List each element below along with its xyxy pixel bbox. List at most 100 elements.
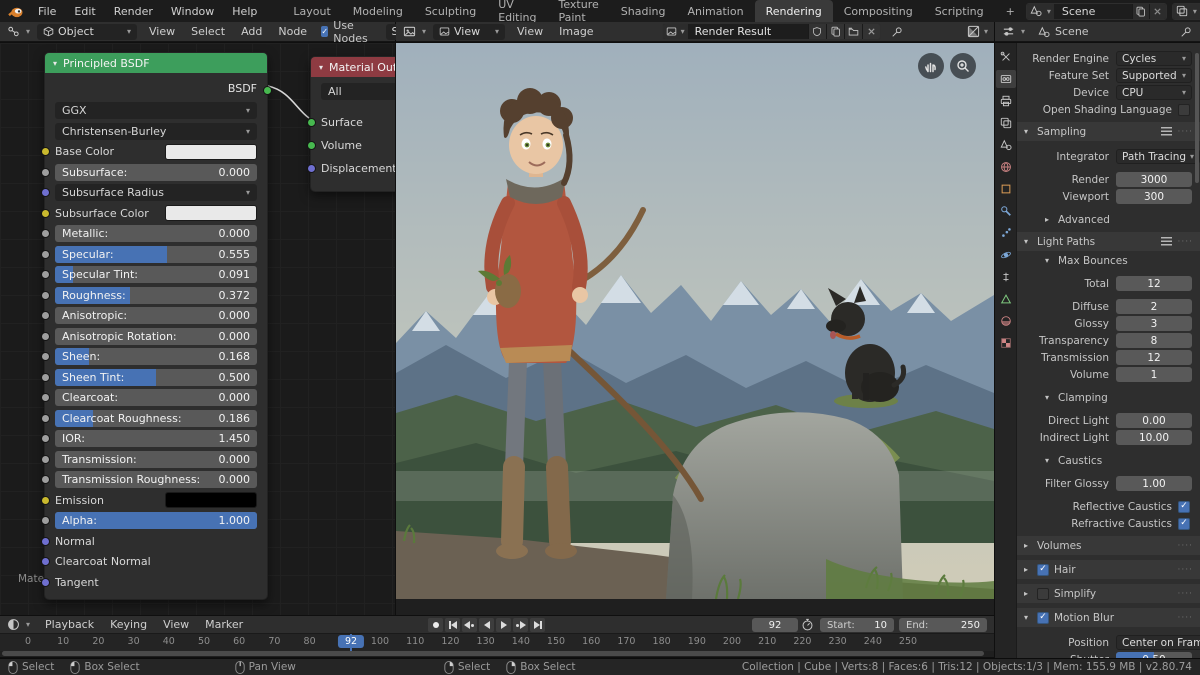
collapse-icon[interactable]: ▸ [1024, 589, 1037, 598]
property-row[interactable]: ✓ Indirect Light 10.00▾ 10.00 ✓ ···· [1023, 430, 1192, 445]
timeline-ruler[interactable]: 0102030405060708090100110120130140150160… [0, 634, 994, 651]
pan-hand-button[interactable] [918, 53, 944, 79]
number-field[interactable]: 1 [1116, 367, 1192, 382]
editor-type-button[interactable]: ▾ [3, 24, 34, 40]
number-field[interactable]: 0.00 [1116, 413, 1192, 428]
node-dropdown[interactable]: GGX▾ [55, 102, 257, 119]
menu-item[interactable]: Edit [65, 3, 104, 20]
list-icon[interactable] [1161, 127, 1172, 136]
menu-item[interactable]: Select [183, 25, 233, 38]
input-socket[interactable] [307, 141, 316, 150]
node-param-row[interactable]: Displacement▾ Displacement [321, 160, 395, 177]
input-socket[interactable] [41, 270, 50, 279]
property-row[interactable]: ▸ ✓ Volumes ▾ ✓ ···· [1017, 536, 1200, 555]
previous-keyframe-button[interactable] [462, 618, 477, 632]
current-frame-badge[interactable]: 92 [338, 635, 364, 648]
value-slider[interactable]: Anisotropic Rotation:0.000 [55, 328, 257, 345]
end-frame-field[interactable]: End:250 [899, 618, 987, 632]
image-mode-dropdown[interactable]: View▾ [433, 24, 505, 40]
checkbox[interactable]: ✓ [1178, 104, 1190, 116]
property-row[interactable]: ✓ Refractive Caustics ▾ ✓ ···· [1023, 516, 1192, 531]
input-socket[interactable] [41, 229, 50, 238]
input-socket[interactable] [41, 393, 50, 402]
dropdown[interactable]: Supported▾ [1116, 68, 1192, 83]
input-socket[interactable] [41, 516, 50, 525]
color-swatch[interactable] [165, 492, 257, 508]
menu-item[interactable]: Render [105, 3, 162, 20]
node-param-row[interactable]: Alpha:▾ Alpha: Alpha:1.000 Alpha: [55, 512, 257, 529]
material-output-node[interactable]: ▾ Material Out All▾ All Surface▾ Surface [310, 56, 395, 192]
collapse-icon[interactable]: ▾ [1024, 237, 1037, 246]
input-socket[interactable] [41, 414, 50, 423]
tab-render-icon[interactable] [996, 70, 1016, 88]
node-param-row[interactable]: Clearcoat:▾ Clearcoat: Clearcoat:0.000 C… [55, 389, 257, 406]
collapse-icon[interactable]: ▾ [319, 63, 323, 72]
unlink-image-icon[interactable] [862, 24, 880, 39]
image-datablock[interactable]: ▾ Render Result [662, 23, 881, 40]
collapse-icon[interactable]: ▸ [1024, 565, 1037, 574]
tab-output-icon[interactable] [996, 92, 1016, 110]
tab-world-icon[interactable] [996, 158, 1016, 176]
node-param-row[interactable]: All▾ All [321, 83, 395, 100]
property-row[interactable]: ✓ Render Engine Cycles▾ Cycles ✓ ···· [1023, 51, 1192, 66]
node-param-row[interactable]: Tangent▾ Tangent Tangent Tangent [55, 574, 257, 591]
collapse-icon[interactable]: ▾ [53, 59, 57, 68]
node-param-row[interactable]: Base Color▾ Base Color Base Color Base C… [55, 143, 257, 160]
timeline-scrollbar[interactable] [2, 651, 984, 656]
dropdown[interactable]: CPU▾ [1116, 85, 1192, 100]
property-row[interactable]: ✓ Direct Light 0.00▾ 0.00 ✓ ···· [1023, 413, 1192, 428]
grip-dots-icon[interactable]: ···· [1178, 127, 1193, 137]
node-dropdown[interactable]: Christensen-Burley▾ [55, 123, 257, 140]
property-row[interactable]: ✓ Reflective Caustics ▾ ✓ ···· [1023, 499, 1192, 514]
input-socket[interactable] [41, 352, 50, 361]
input-socket[interactable] [41, 373, 50, 382]
number-field[interactable]: 12 [1116, 276, 1192, 291]
node-param-row[interactable]: Transmission:▾ Transmission: Transmissio… [55, 451, 257, 468]
workspace-tab[interactable]: UV Editing [487, 0, 547, 22]
node-param-row[interactable]: Normal▾ Normal Normal Normal [55, 533, 257, 550]
input-socket[interactable] [41, 209, 50, 218]
menu-item[interactable]: Node [270, 25, 315, 38]
node-param-row[interactable]: Sheen Tint:▾ Sheen Tint: Sheen Tint:0.50… [55, 369, 257, 386]
input-socket[interactable] [41, 250, 50, 259]
input-socket[interactable] [41, 578, 50, 587]
input-socket[interactable] [41, 147, 50, 156]
scene-selector[interactable]: ▾ Scene [1026, 3, 1167, 20]
view-layer-selector[interactable]: ▾ View Layer [1172, 3, 1200, 20]
value-slider[interactable]: Transmission Roughness:0.000 [55, 471, 257, 488]
node-param-row[interactable]: Specular:▾ Specular: Specular:0.555 Spec… [55, 246, 257, 263]
number-field[interactable]: 8 [1116, 333, 1192, 348]
record-button[interactable] [428, 618, 443, 632]
node-param-row[interactable]: Subsurface:▾ Subsurface: Subsurface:0.00… [55, 164, 257, 181]
property-row[interactable]: ▸ ✓ Hair ▾ ✓ ···· [1017, 560, 1200, 579]
editor-type-button[interactable]: ▾ [998, 24, 1029, 40]
fake-user-shield-icon[interactable] [808, 24, 826, 39]
node-param-row[interactable]: Specular Tint:▾ Specular Tint: Specular … [55, 266, 257, 283]
timeline-scroll-track[interactable] [0, 651, 994, 657]
image-browse-icon[interactable]: ▾ [663, 24, 688, 39]
grip-dots-icon[interactable]: ···· [1178, 237, 1193, 247]
collapse-icon[interactable]: ▾ [1024, 127, 1037, 136]
menu-item[interactable]: View [155, 618, 197, 631]
property-row[interactable]: ✓ Position Center on Frame▾ Center on Fr… [1023, 635, 1192, 650]
property-row[interactable]: ✓ Glossy 3▾ 3 ✓ ···· [1023, 316, 1192, 331]
current-frame-field[interactable]: 92 [752, 618, 798, 632]
input-socket[interactable] [41, 291, 50, 300]
display-channels-dropdown[interactable]: ▾ [967, 25, 988, 38]
stopwatch-icon[interactable] [801, 618, 814, 631]
tab-tool-icon[interactable] [996, 48, 1016, 66]
input-socket[interactable] [307, 118, 316, 127]
property-row[interactable]: ▾ ✓ Light Paths ▾ ✓ ···· [1017, 232, 1200, 251]
property-row[interactable]: ▾ ✓ Clamping ▾ ✓ ···· [1023, 390, 1192, 405]
unlink-scene-icon[interactable] [1149, 4, 1166, 19]
node-param-row[interactable]: Clearcoat Roughness:▾ Clearcoat Roughnes… [55, 410, 257, 427]
value-slider[interactable]: Alpha:1.000 [55, 512, 257, 529]
checkbox[interactable]: ✓ [1037, 612, 1049, 624]
new-image-icon[interactable] [826, 24, 844, 39]
tab-object-icon[interactable] [996, 180, 1016, 198]
checkbox[interactable]: ✓ [1178, 501, 1190, 513]
tab-physics-icon[interactable] [996, 246, 1016, 264]
value-slider[interactable]: Roughness:0.372 [55, 287, 257, 304]
number-field[interactable]: 300 [1116, 189, 1192, 204]
tab-material-icon[interactable] [996, 312, 1016, 330]
